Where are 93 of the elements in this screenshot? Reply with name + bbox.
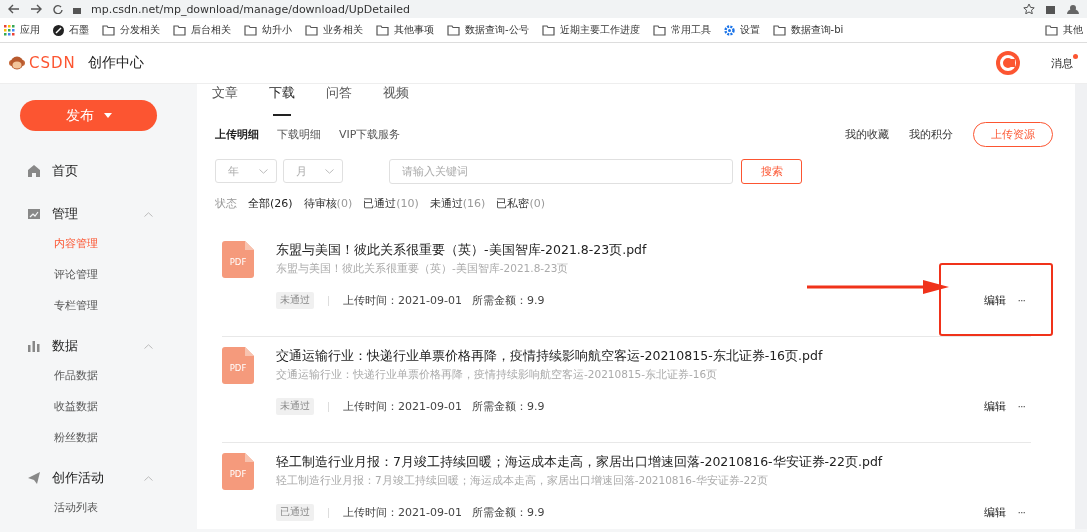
avatar-icon[interactable] [995, 50, 1021, 76]
bookmark[interactable]: 应用 [4, 23, 40, 37]
status-filter[interactable]: 已私密(0) [496, 195, 545, 211]
nav-item[interactable]: 管理 [0, 204, 197, 224]
status-label: 状态 [215, 195, 237, 211]
apps-icon [4, 24, 15, 36]
bookmark[interactable]: 数据查询-公号 [447, 23, 529, 37]
pdf-file-icon: PDF [222, 347, 254, 384]
folder-icon [772, 24, 786, 36]
file-title[interactable]: 交通运输行业：快递行业单票价格再降，疫情持续影响航空客运-20210815-东北证券-16页.pdf [276, 347, 1031, 364]
folder-icon [1045, 24, 1058, 36]
star-icon[interactable] [1023, 4, 1035, 14]
folder-icon [173, 24, 186, 36]
nav-subitem[interactable]: 评论管理 [0, 268, 197, 282]
status-tag: 未通过 [276, 292, 314, 309]
nav-item[interactable]: 创作活动 [0, 468, 197, 488]
bookmark[interactable]: 石墨 [53, 23, 89, 37]
subtab[interactable]: VIP下载服务 [339, 126, 401, 142]
nav-subitem[interactable]: 活动列表 [0, 501, 197, 515]
profile-icon[interactable] [1067, 4, 1079, 14]
link[interactable]: 我的积分 [909, 126, 953, 142]
folder-icon [102, 24, 115, 36]
caret-icon [103, 113, 112, 118]
nav-subitem[interactable]: 收益数据 [0, 400, 197, 414]
bar-chart-icon [28, 340, 40, 352]
edit-button[interactable]: 编辑 [983, 293, 1006, 308]
subtab[interactable]: 上传明细 [215, 126, 259, 142]
folder-icon [305, 24, 318, 36]
more-button[interactable]: ··· [1017, 294, 1025, 307]
edit-button[interactable]: 编辑 [983, 399, 1006, 414]
nav-item[interactable]: 数据 [0, 336, 197, 356]
status-filter[interactable]: 已通过(10) [363, 195, 419, 211]
upload-time: 上传时间：2021-09-01 [343, 505, 462, 520]
folder-icon [652, 24, 666, 36]
monkey-icon [8, 55, 26, 71]
nav-item[interactable]: 首页 [0, 161, 197, 181]
bookmark[interactable]: 数据查询-bi [772, 23, 844, 37]
circle-icon [53, 24, 64, 36]
bookmark[interactable]: 近期主要工作进度 [541, 23, 640, 37]
status-tag: 已通过 [276, 504, 314, 521]
more-button[interactable]: ··· [1017, 400, 1025, 413]
page-title: 创作中心 [87, 54, 144, 72]
paper-plane-icon [28, 472, 40, 484]
tab[interactable]: 问答 [326, 85, 352, 116]
search-field[interactable]: 请输入关键词 [389, 158, 733, 184]
chevron-down-icon [259, 168, 268, 174]
reload-icon[interactable] [52, 4, 63, 14]
price: 所需金额：9.9 [471, 505, 545, 520]
status-filter[interactable]: 待审核(0) [303, 195, 353, 211]
upload-time: 上传时间：2021-09-01 [343, 293, 462, 308]
nav-subitem[interactable]: 专栏管理 [0, 299, 197, 313]
price: 所需金额：9.9 [471, 399, 545, 414]
bookmark[interactable]: 分发相关 [102, 23, 160, 37]
folder-icon [244, 24, 257, 36]
bookmark[interactable]: 其他事项 [376, 23, 434, 37]
file-description: 交通运输行业：快递行业单票价格再降，疫情持续影响航空客运-20210815-东北证券-16页 [276, 368, 719, 382]
edit-button[interactable]: 编辑 [983, 505, 1006, 520]
chart-icon [28, 208, 40, 220]
upload-time: 上传时间：2021-09-01 [343, 399, 462, 414]
settings-icon [723, 24, 735, 36]
bookmark[interactable]: 其他 [1045, 23, 1083, 37]
file-description: 东盟与美国！彼此关系很重要（英）-美国智库-2021.8-23页 [276, 262, 570, 276]
tab[interactable]: 文章 [212, 85, 238, 116]
tab[interactable]: 视频 [383, 85, 409, 116]
bookmark[interactable]: 设置 [723, 23, 760, 37]
tab[interactable]: 下载 [269, 85, 295, 116]
messages-link[interactable]: 消息 [1051, 55, 1077, 71]
pdf-file-icon: PDF [222, 453, 254, 490]
bookmark[interactable]: 幼升小 [244, 23, 292, 37]
more-button[interactable]: ··· [1017, 506, 1025, 519]
bookmark[interactable]: 后台相关 [173, 23, 231, 37]
subtab[interactable]: 下载明细 [277, 126, 321, 142]
file-title[interactable]: 东盟与美国！彼此关系很重要（英）-美国智库-2021.8-23页.pdf [276, 241, 1031, 258]
folder-icon [447, 24, 460, 36]
status-tag: 未通过 [276, 398, 314, 415]
forward-icon[interactable] [30, 4, 42, 14]
bookmark[interactable]: 常用工具 [652, 23, 711, 37]
logo-text: CSDN [29, 54, 76, 72]
nav-subitem[interactable]: 作品数据 [0, 369, 197, 383]
file-title[interactable]: 轻工制造行业月报：7月竣工持续回暖；海运成本走高，家居出口增速回落-20210816-华安证券-22页.pdf [276, 453, 1031, 470]
status-filter[interactable]: 全部(26) [248, 195, 293, 211]
nav-subitem[interactable]: 粉丝数据 [0, 431, 197, 445]
folder-icon [541, 24, 555, 36]
back-icon[interactable] [8, 4, 20, 14]
price: 所需金额：9.9 [471, 293, 545, 308]
link[interactable]: 我的收藏 [845, 126, 889, 142]
bookmark[interactable]: 业务相关 [305, 23, 363, 37]
chevron-down-icon [325, 168, 334, 174]
file-description: 轻工制造行业月报：7月竣工持续回暖；海运成本走高，家居出口增速回落-20210816-华安证券-22页 [276, 474, 769, 488]
folder-icon [376, 24, 389, 36]
status-filter[interactable]: 未通过(16) [429, 195, 486, 211]
home-icon [28, 165, 40, 177]
pdf-file-icon: PDF [222, 241, 254, 278]
